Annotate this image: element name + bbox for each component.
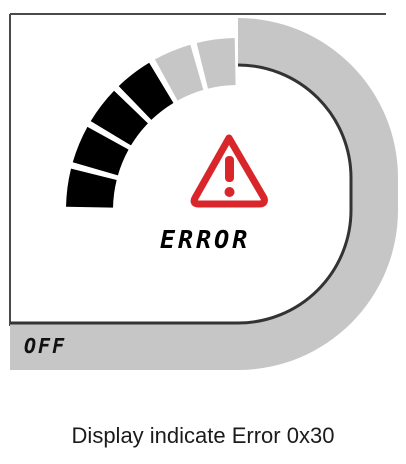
mode-status-text: OFF [24,334,67,358]
gauge-segments [66,38,236,208]
gauge-segment [66,168,117,208]
error-display-screen: ERROR OFF [0,0,406,464]
figure-caption: Display indicate Error 0x30 [71,423,335,448]
warning-triangle-icon [190,134,268,208]
gauge-segment [196,38,236,89]
gauge-inner-line [10,63,353,325]
error-status-text: ERROR [160,225,251,254]
